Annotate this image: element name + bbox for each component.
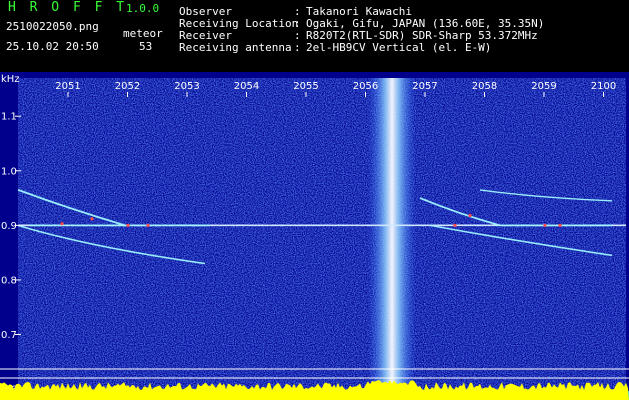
echo-peak-mark	[90, 217, 94, 221]
noise-field	[18, 78, 626, 400]
x-tick-label: 2054	[234, 81, 259, 92]
echo-peak-mark	[558, 223, 562, 227]
y-tick-label: 0.8	[1, 275, 17, 286]
x-tick-label: 2055	[293, 81, 318, 92]
echo-peak-mark	[453, 223, 457, 227]
x-tick-label: 2059	[531, 81, 556, 92]
spectrogram-chart: 2051 2052 2053 2054 2055 2056 2057 2058 2059 2100…	[0, 72, 629, 400]
echo-peak-mark	[126, 223, 130, 227]
y-tick-label: 0.9	[1, 221, 17, 232]
x-tick-label: 2053	[174, 81, 199, 92]
y-tick-label: 1.0	[1, 166, 17, 177]
echo-peak-mark	[60, 222, 64, 226]
y-tick-label: 0.7	[1, 330, 17, 341]
echo-peak-mark	[146, 223, 150, 227]
broadband-interference	[368, 78, 416, 400]
y-tick-label: 1.1	[1, 112, 17, 123]
echo-peak-mark	[543, 223, 547, 227]
x-tick-label: 2058	[472, 81, 497, 92]
x-tick-label: 2057	[412, 81, 437, 92]
x-tick-label: 2052	[115, 81, 140, 92]
x-tick-label: 2056	[353, 81, 378, 92]
echo-peak-mark	[468, 213, 472, 218]
x-tick-label: 2051	[55, 81, 80, 92]
y-axis-unit: kHz	[1, 74, 20, 85]
x-tick-label: 2100	[591, 81, 616, 92]
